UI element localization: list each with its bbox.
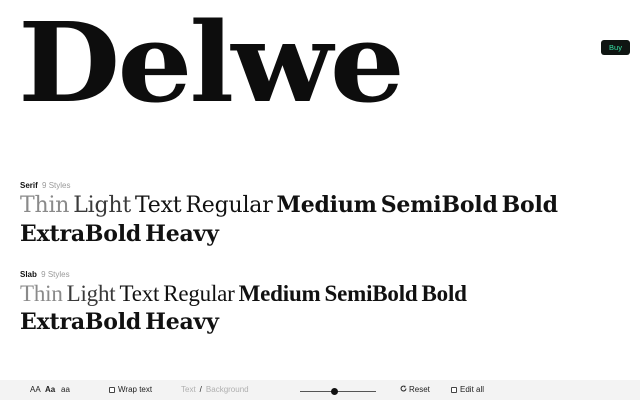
style-medium[interactable]: Medium	[239, 281, 321, 306]
bottom-toolbar: AA Aa aa Wrap text Text / Background Reset…	[0, 380, 640, 400]
case-uppercase-option[interactable]: AA	[30, 380, 41, 400]
style-regular[interactable]: Regular	[185, 193, 272, 218]
style-extrabold[interactable]: ExtraBold	[20, 221, 141, 247]
text-color-option[interactable]: Text	[181, 385, 196, 394]
family-serif: Serif 9 Styles Thin Light Text Regular Mediu…	[20, 181, 562, 249]
style-text[interactable]: Text	[119, 281, 159, 306]
family-name: Slab	[20, 270, 37, 279]
buy-button[interactable]: Buy	[601, 40, 630, 55]
style-bold[interactable]: Bold	[502, 192, 558, 218]
style-text[interactable]: Text	[135, 193, 182, 218]
wrap-text-label: Wrap text	[118, 385, 153, 394]
case-lowercase-option[interactable]: aa	[61, 380, 70, 400]
style-sample-line[interactable]: Thin Light Text Regular Medium SemiBold Bold	[20, 191, 562, 220]
family-slab: Slab 9 Styles Thin Light Text Regular Medium…	[20, 270, 471, 337]
style-sample-line[interactable]: ExtraBold Heavy	[20, 220, 562, 249]
style-bold[interactable]: Bold	[422, 281, 467, 306]
checkbox-icon	[451, 386, 457, 393]
edit-all-toggle[interactable]: Edit all	[451, 380, 484, 400]
style-sample-line[interactable]: ExtraBold Heavy	[20, 308, 471, 337]
style-light[interactable]: Light	[73, 193, 131, 218]
style-semibold[interactable]: SemiBold	[381, 192, 498, 218]
family-name: Serif	[20, 181, 38, 190]
reset-button[interactable]: Reset	[400, 380, 430, 400]
background-color-option[interactable]: Background	[206, 385, 249, 394]
style-extrabold[interactable]: ExtraBold	[20, 309, 141, 335]
checkbox-icon	[109, 386, 115, 393]
reset-label: Reset	[409, 385, 430, 394]
style-sample-line[interactable]: Thin Light Text Regular Medium SemiBold Bold	[20, 280, 471, 308]
style-regular[interactable]: Regular	[163, 281, 235, 306]
reset-icon	[400, 380, 407, 400]
wrap-text-toggle[interactable]: Wrap text	[109, 380, 152, 400]
style-thin[interactable]: Thin	[20, 193, 69, 218]
style-light[interactable]: Light	[67, 281, 116, 306]
style-heavy[interactable]: Heavy	[145, 221, 219, 247]
style-heavy[interactable]: Heavy	[145, 309, 219, 335]
style-thin[interactable]: Thin	[20, 281, 63, 306]
size-slider-handle[interactable]	[330, 388, 338, 395]
edit-all-label: Edit all	[460, 385, 485, 394]
family-header: Serif 9 Styles	[20, 181, 562, 191]
style-medium[interactable]: Medium	[277, 192, 377, 218]
style-semibold[interactable]: SemiBold	[325, 281, 418, 306]
font-name-heading: Delwe	[18, 0, 405, 128]
case-titlecase-option[interactable]: Aa	[45, 380, 55, 400]
style-count: 9 Styles	[41, 270, 70, 279]
style-count: 9 Styles	[42, 181, 71, 190]
color-selector: Text / Background	[181, 380, 249, 400]
size-slider-track[interactable]	[300, 391, 376, 392]
separator: /	[199, 385, 202, 394]
family-header: Slab 9 Styles	[20, 270, 471, 280]
